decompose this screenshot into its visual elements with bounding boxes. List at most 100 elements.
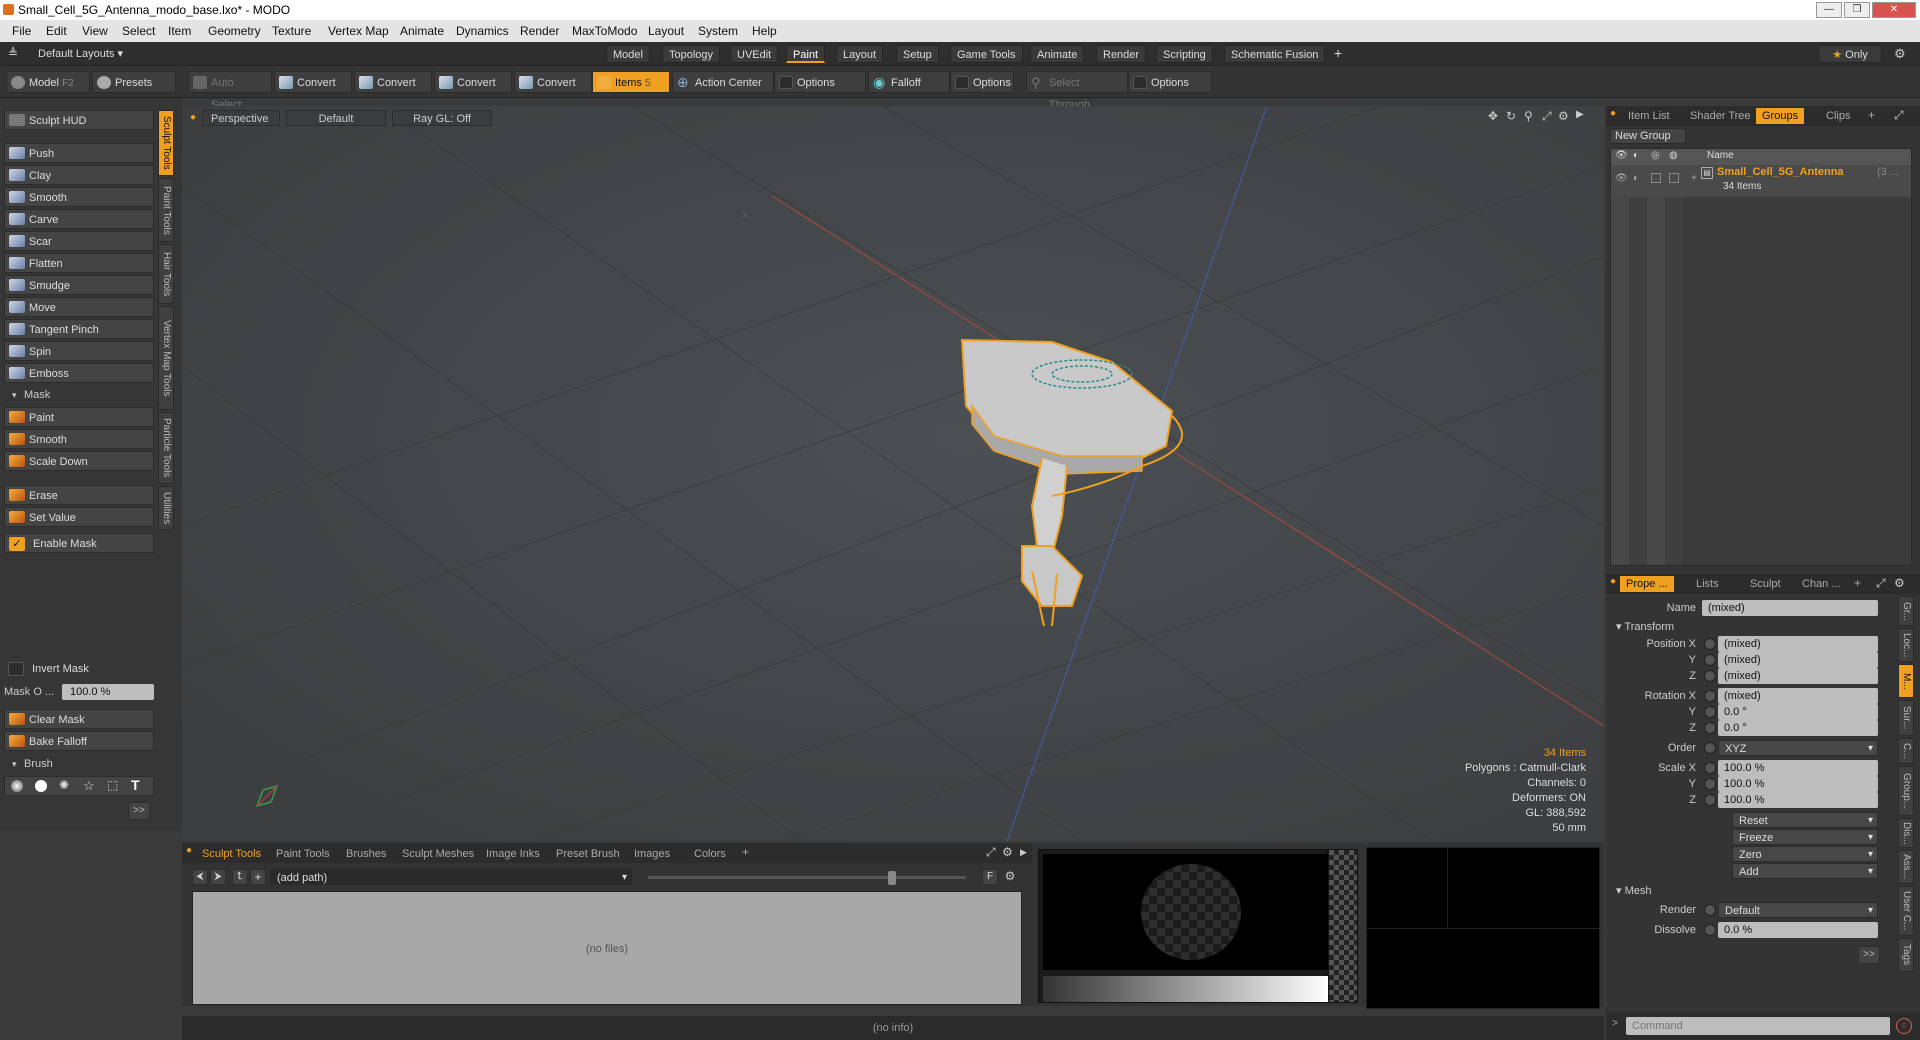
side-tab-c[interactable]: C... — [1898, 738, 1914, 764]
perspective-dropdown[interactable]: Perspective — [202, 110, 280, 126]
render-dropdown[interactable]: Default — [1718, 902, 1878, 919]
rotation-z-field[interactable]: 0.0 ° — [1718, 720, 1878, 736]
mode-tab-render[interactable]: Render — [1096, 45, 1147, 63]
side-tab-tags[interactable]: Tags — [1898, 938, 1914, 972]
tool-push-button[interactable]: Push — [4, 143, 154, 163]
mode-tab-animate[interactable]: Animate — [1030, 45, 1085, 63]
position-x-field[interactable]: (mixed) — [1718, 636, 1878, 652]
panel-dot-icon[interactable]: ● — [186, 845, 192, 856]
close-button[interactable]: ✕ — [1872, 2, 1916, 18]
dissolve-field[interactable]: 0.0 % — [1718, 922, 1878, 938]
falloff-button[interactable]: ◉ Falloff — [868, 71, 950, 93]
mode-tab-topology[interactable]: Topology — [662, 45, 721, 63]
tab-item-list[interactable]: Item List — [1622, 108, 1676, 124]
tab-channels[interactable]: Chan ... — [1796, 576, 1847, 592]
side-tab-assembly[interactable]: Ass... — [1898, 850, 1914, 884]
side-tab-locator[interactable]: Loc... — [1898, 628, 1914, 662]
tab-shader-tree[interactable]: Shader Tree — [1684, 108, 1757, 124]
add-tab-icon[interactable]: + — [742, 845, 749, 859]
btab-images[interactable]: Images — [628, 846, 676, 862]
rotation-x-key[interactable] — [1704, 690, 1716, 702]
mode-tab-paint[interactable]: Paint — [786, 45, 826, 63]
tab-lists[interactable]: Lists — [1690, 576, 1725, 592]
slider-handle[interactable] — [888, 871, 896, 885]
menu-item[interactable]: Item — [168, 20, 191, 42]
side-tab-display[interactable]: Dis... — [1898, 818, 1914, 848]
tab-groups[interactable]: Groups — [1756, 108, 1805, 124]
rotation-x-field[interactable]: (mixed) — [1718, 688, 1878, 704]
raygl-toggle[interactable]: Ray GL: Off — [392, 110, 492, 126]
panel-dot-icon[interactable]: ● — [1610, 108, 1616, 119]
menu-vertex-map[interactable]: Vertex Map — [328, 20, 389, 42]
tool-scar-button[interactable]: Scar — [4, 231, 154, 251]
menu-animate[interactable]: Animate — [400, 20, 444, 42]
rotate-icon[interactable]: ↻ — [1506, 109, 1516, 123]
position-y-field[interactable]: (mixed) — [1718, 652, 1878, 668]
model-button[interactable]: Model F2 — [6, 71, 90, 93]
btab-preset-brush[interactable]: Preset Brush — [550, 846, 626, 862]
vtab-utilities[interactable]: Utilities — [158, 486, 174, 530]
tool-carve-button[interactable]: Carve — [4, 209, 154, 229]
mode-tab-scripting[interactable]: Scripting — [1156, 45, 1213, 63]
auto-select-button[interactable]: Auto Select — [188, 71, 272, 111]
action-center-options-button[interactable]: Options — [774, 71, 866, 93]
side-tab-mesh[interactable]: M... — [1898, 664, 1914, 698]
btab-colors[interactable]: Colors — [688, 846, 732, 862]
add-path-icon[interactable]: + — [250, 869, 266, 885]
sculpt-hud-button[interactable]: Sculpt HUD — [4, 110, 154, 130]
side-tab-user-channels[interactable]: User C... — [1898, 886, 1914, 936]
dissolve-key[interactable] — [1704, 924, 1716, 936]
splat-brush-icon[interactable]: ✺ — [59, 778, 69, 792]
tab-clips[interactable]: Clips — [1820, 108, 1856, 124]
menu-edit[interactable]: Edit — [46, 20, 67, 42]
select-options-button[interactable]: Options — [1128, 71, 1212, 93]
properties-more-button[interactable]: >> — [1858, 946, 1880, 964]
position-z-key[interactable] — [1704, 670, 1716, 682]
name-field[interactable]: (mixed) — [1702, 600, 1878, 616]
tool-flatten-button[interactable]: Flatten — [4, 253, 154, 273]
btab-sculpt-tools[interactable]: Sculpt Tools — [196, 846, 267, 862]
pan-icon[interactable]: ✥ — [1488, 109, 1498, 123]
render-key[interactable] — [1704, 904, 1716, 916]
mask-erase-button[interactable]: Erase — [4, 485, 154, 505]
text-brush-icon[interactable]: T — [131, 777, 140, 793]
vtab-sculpt-tools[interactable]: Sculpt Tools — [158, 110, 174, 176]
lock-col-icon[interactable]: ◎ — [1651, 150, 1660, 161]
new-group-button[interactable]: New Group — [1610, 128, 1686, 144]
panel-dot-icon[interactable]: ● — [1610, 576, 1616, 587]
mask-set-value-button[interactable]: Set Value — [4, 507, 154, 527]
rotation-y-key[interactable] — [1704, 706, 1716, 718]
mask-opacity-field[interactable]: 100.0 % — [62, 684, 154, 700]
add-tab-icon[interactable]: + — [1854, 576, 1861, 590]
scale-y-field[interactable]: 100.0 % — [1718, 776, 1878, 792]
layout-toggle-icon[interactable]: ≜ — [8, 46, 18, 60]
menu-help[interactable]: Help — [752, 20, 777, 42]
scale-x-field[interactable]: 100.0 % — [1718, 760, 1878, 776]
file-browser-area[interactable]: (no files) — [192, 891, 1022, 1005]
mesh-section-header[interactable]: ▾ Mesh — [1616, 884, 1651, 897]
btab-brushes[interactable]: Brushes — [340, 846, 392, 862]
viewport-dot-icon[interactable]: ● — [190, 112, 196, 123]
hard-brush-icon[interactable] — [35, 780, 47, 792]
tool-smooth-button[interactable]: Smooth — [4, 187, 154, 207]
forward-arrow-icon[interactable]: ⮞ — [210, 869, 226, 885]
tool-move-button[interactable]: Move — [4, 297, 154, 317]
vtab-particle-tools[interactable]: Particle Tools — [158, 412, 174, 484]
vtab-paint-tools[interactable]: Paint Tools — [158, 178, 174, 242]
mask-smooth-button[interactable]: Smooth — [4, 429, 154, 449]
expand-icon[interactable]: ⤢ — [1894, 108, 1904, 123]
group-row[interactable]: 👁 ◐ + ▤ Small_Cell_5G_Antenna (3 ... 34 … — [1611, 165, 1911, 197]
btab-image-inks[interactable]: Image Inks — [480, 846, 546, 862]
bake-falloff-button[interactable]: Bake Falloff — [4, 731, 154, 751]
zoom-icon[interactable]: ⚲ — [1524, 109, 1533, 123]
order-key[interactable] — [1704, 742, 1716, 754]
mode-tab-game-tools[interactable]: Game Tools — [950, 45, 1023, 63]
menu-maxtomodo[interactable]: MaxToModo — [572, 20, 637, 42]
bottom-menu-arrow-icon[interactable]: ▶ — [1020, 847, 1027, 858]
add-tab-icon[interactable]: + — [1868, 108, 1875, 122]
gear-icon[interactable]: ⚙ — [1894, 46, 1906, 62]
menu-file[interactable]: File — [12, 20, 31, 42]
tool-smudge-button[interactable]: Smudge — [4, 275, 154, 295]
mask-paint-button[interactable]: Paint — [4, 407, 154, 427]
tab-properties[interactable]: Prope ... — [1620, 576, 1674, 592]
